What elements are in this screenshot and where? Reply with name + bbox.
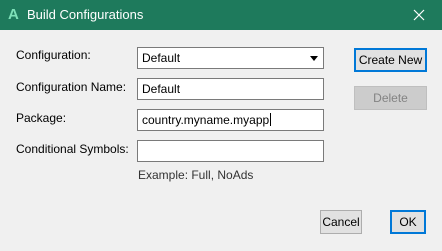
conditional-symbols-label: Conditional Symbols: xyxy=(16,142,129,156)
conditional-symbols-example: Example: Full, NoAds xyxy=(138,168,254,182)
configuration-name-field[interactable]: Default xyxy=(137,78,324,100)
configuration-label: Configuration: xyxy=(16,48,91,62)
ok-button[interactable]: OK xyxy=(390,210,426,234)
create-new-button[interactable]: Create New xyxy=(354,48,427,72)
configuration-selected-value: Default xyxy=(142,51,181,65)
configuration-name-value: Default xyxy=(142,82,181,96)
build-configurations-dialog: A Build Configurations Configuration: De… xyxy=(0,0,442,251)
configuration-dropdown[interactable]: Default xyxy=(137,47,324,69)
package-label: Package: xyxy=(16,111,67,125)
package-field[interactable]: country.myname.myapp xyxy=(137,109,324,131)
conditional-symbols-field[interactable] xyxy=(137,140,324,162)
delete-button[interactable]: Delete xyxy=(354,86,427,110)
configuration-name-label: Configuration Name: xyxy=(16,80,127,94)
text-caret xyxy=(270,113,272,126)
cancel-button[interactable]: Cancel xyxy=(320,210,362,234)
xamarin-a-icon: A xyxy=(8,6,19,23)
package-value: country.myname.myapp xyxy=(142,113,270,127)
close-button[interactable] xyxy=(396,0,442,30)
close-icon xyxy=(413,9,425,21)
chevron-down-icon xyxy=(310,56,318,61)
title-bar: A Build Configurations xyxy=(0,0,442,30)
window-title: Build Configurations xyxy=(27,7,144,22)
